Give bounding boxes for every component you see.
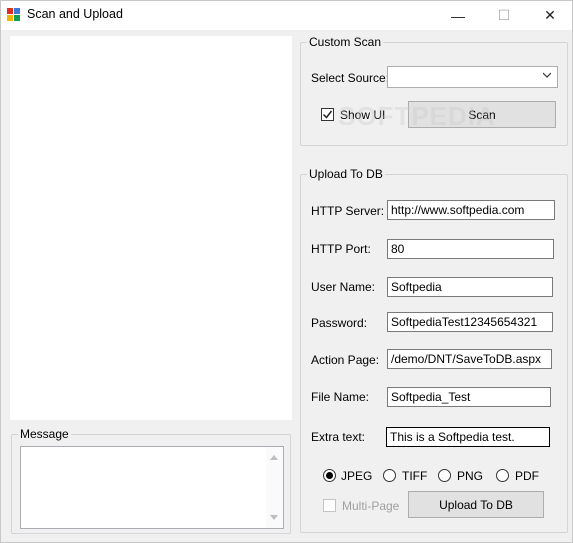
main-window: Scan and Upload — ☐ ✕ Message Custom Sca… <box>0 0 573 543</box>
close-icon: ✕ <box>544 7 556 23</box>
extra-text-label: Extra text: <box>311 430 366 444</box>
message-textarea[interactable] <box>20 446 284 529</box>
custom-scan-group: Custom Scan Select Source: Show UI Scan <box>300 35 568 146</box>
jpeg-label: JPEG <box>341 469 373 483</box>
maximize-button[interactable]: ☐ <box>481 1 527 30</box>
app-icon <box>7 8 20 21</box>
message-group: Message <box>11 427 291 534</box>
message-group-title: Message <box>18 427 71 441</box>
tiff-label: TIFF <box>402 469 428 483</box>
http-server-label: HTTP Server: <box>311 204 385 218</box>
png-label: PNG <box>457 469 484 483</box>
upload-to-db-button-label: Upload To DB <box>439 497 513 512</box>
pdf-radio[interactable] <box>496 469 509 482</box>
scan-preview-area <box>10 36 292 420</box>
upload-to-db-button[interactable]: Upload To DB <box>408 491 544 518</box>
multi-page-checkbox[interactable] <box>323 499 336 512</box>
scan-button[interactable]: Scan <box>408 101 556 128</box>
title-bar[interactable]: Scan and Upload — ☐ ✕ <box>1 1 572 30</box>
upload-to-db-title: Upload To DB <box>307 167 385 181</box>
scroll-down-icon[interactable] <box>270 515 278 520</box>
user-name-input[interactable]: Softpedia <box>387 277 553 297</box>
tiff-radio[interactable] <box>383 469 396 482</box>
extra-text-input[interactable]: This is a Softpedia test. <box>386 427 550 447</box>
user-name-label: User Name: <box>311 280 376 294</box>
show-ui-label: Show UI <box>340 108 386 122</box>
show-ui-checkbox[interactable] <box>321 108 334 121</box>
upload-to-db-group: Upload To DB HTTP Server: http://www.sof… <box>300 167 568 533</box>
action-page-label: Action Page: <box>311 353 380 367</box>
file-name-input[interactable]: Softpedia_Test <box>387 387 551 407</box>
http-port-label: HTTP Port: <box>311 242 371 256</box>
password-input[interactable]: SoftpediaTest12345654321 <box>387 312 553 332</box>
message-scrollbar[interactable] <box>266 447 283 528</box>
jpeg-radio[interactable] <box>323 469 336 482</box>
minimize-icon: — <box>451 7 465 24</box>
scroll-up-icon[interactable] <box>270 455 278 460</box>
action-page-input[interactable]: /demo/DNT/SaveToDB.aspx <box>387 349 552 369</box>
scan-button-label: Scan <box>468 107 496 122</box>
http-server-input[interactable]: http://www.softpedia.com <box>387 200 555 220</box>
png-radio[interactable] <box>438 469 451 482</box>
pdf-label: PDF <box>515 469 539 483</box>
http-port-input[interactable]: 80 <box>387 239 554 259</box>
checkmark-icon <box>322 110 333 119</box>
close-button[interactable]: ✕ <box>527 1 573 30</box>
select-source-label: Select Source: <box>311 71 390 85</box>
select-source-dropdown[interactable] <box>387 66 558 88</box>
window-title: Scan and Upload <box>27 7 123 21</box>
file-name-label: File Name: <box>311 390 370 404</box>
custom-scan-title: Custom Scan <box>307 35 384 49</box>
radio-selected-icon <box>326 472 333 479</box>
maximize-icon: ☐ <box>497 7 511 23</box>
multi-page-label: Multi-Page <box>342 499 400 513</box>
chevron-down-icon <box>543 72 551 78</box>
minimize-button[interactable]: — <box>435 1 481 30</box>
password-label: Password: <box>311 316 368 330</box>
